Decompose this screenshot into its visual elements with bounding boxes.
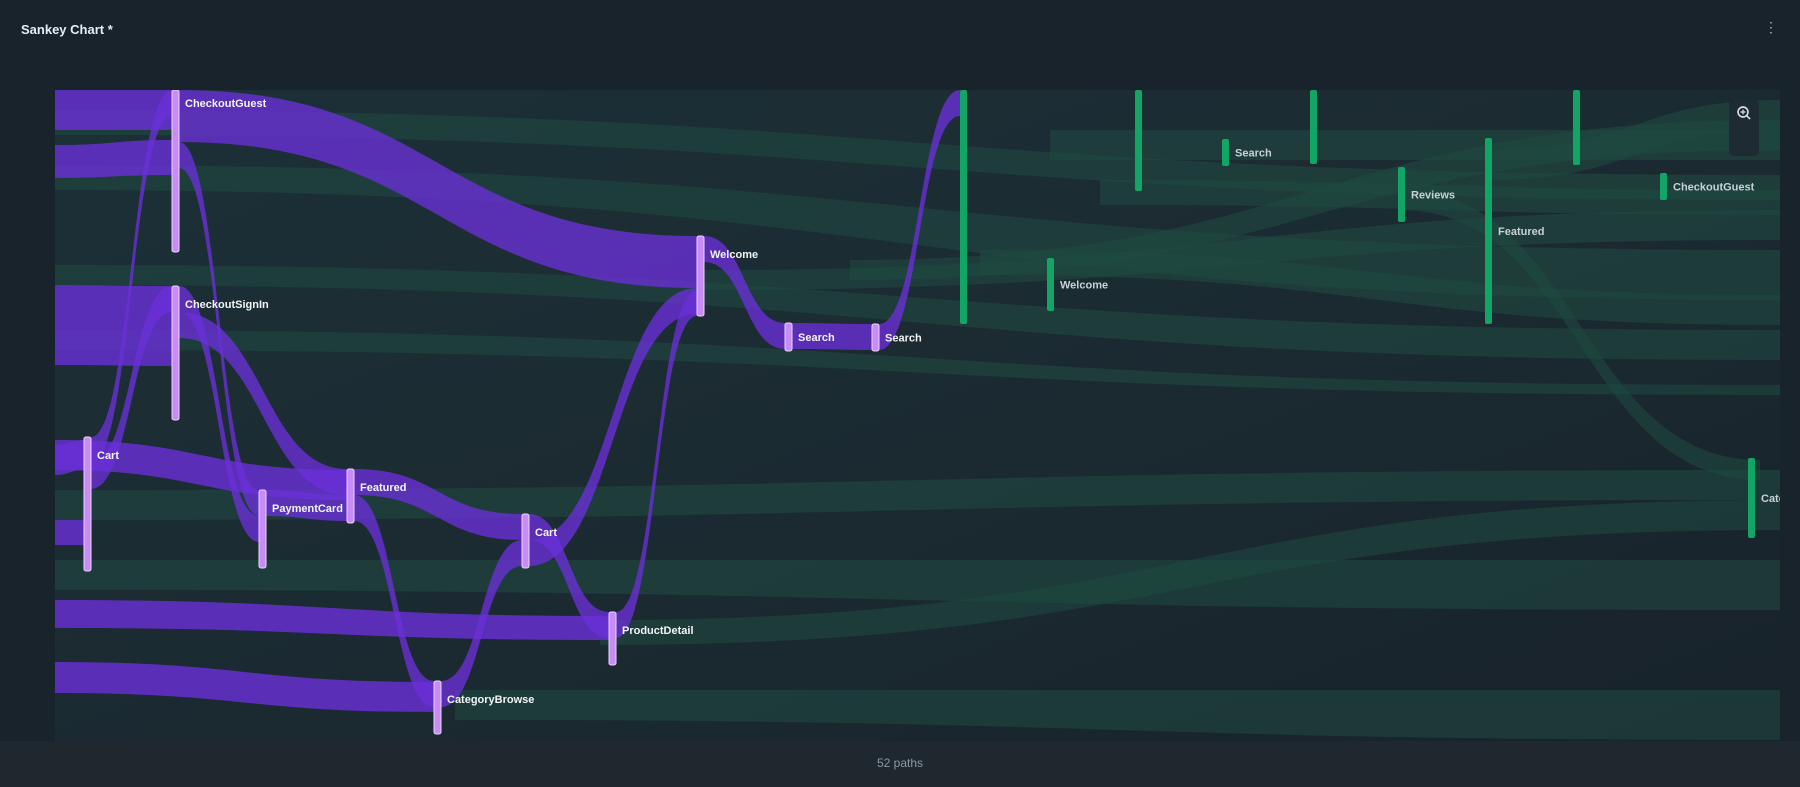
node-e[interactable] [346,468,355,524]
panel-footer: 52 paths [0,741,1800,787]
sankey-svg: Cart CheckoutGuest CheckoutSignIn PaymentCa… [55,90,1780,741]
node-k[interactable] [871,323,880,352]
node-i[interactable] [696,235,705,317]
node-b[interactable] [171,90,180,253]
node-label-k: Search [885,333,922,345]
node-label-g: Cart [535,527,557,539]
node-m[interactable] [1047,258,1054,311]
node-label-e: Featured [360,482,406,494]
node-label-u: Cate [1761,493,1780,505]
node-label-d: PaymentCard [272,503,343,515]
node-label-f: CategoryBrowse [447,694,534,706]
paths-count: 52 paths [876,756,924,770]
node-label-j: Search [798,332,835,344]
node-label-i: Welcome [710,249,758,261]
zoom-controls [1729,100,1759,156]
entry-flow-1[interactable] [55,140,172,178]
panel-title: Sankey Chart * [21,22,113,37]
node-p[interactable] [1310,90,1317,164]
panel-header: Sankey Chart * ⋮ [0,0,1800,64]
more-options-icon[interactable]: ⋮ [1764,20,1778,34]
node-o[interactable] [1222,139,1229,166]
node-s[interactable] [1573,90,1580,165]
node-label-q: Reviews [1411,190,1455,202]
node-d[interactable] [258,489,267,569]
node-label-b: CheckoutGuest [185,98,267,110]
node-f[interactable] [433,680,442,735]
node-t[interactable] [1660,173,1667,200]
node-c[interactable] [171,285,180,421]
node-u[interactable] [1748,458,1755,538]
zoom-out-icon [1737,106,1751,120]
node-label-o: Search [1235,148,1272,160]
node-label-a: Cart [97,450,119,462]
sankey-panel: Sankey Chart * ⋮ Cart CheckoutGuest Checko… [0,0,1800,787]
node-label-m: Welcome [1060,280,1108,292]
node-g[interactable] [521,513,530,569]
node-label-t: CheckoutGuest [1673,182,1755,194]
node-n[interactable] [1135,90,1142,191]
sankey-plot-area[interactable]: Cart CheckoutGuest CheckoutSignIn PaymentCa… [55,90,1780,741]
node-l[interactable] [960,90,967,324]
node-q[interactable] [1398,167,1405,222]
node-j[interactable] [784,322,793,352]
entry-flow-4[interactable] [55,520,84,545]
node-label-r: Featured [1498,226,1544,238]
zoom-out-button[interactable] [1729,106,1759,152]
node-h[interactable] [608,611,617,666]
node-label-c: CheckoutSignIn [185,299,269,311]
node-a[interactable] [83,436,92,572]
node-label-h: ProductDetail [622,625,694,637]
node-r[interactable] [1485,138,1492,324]
